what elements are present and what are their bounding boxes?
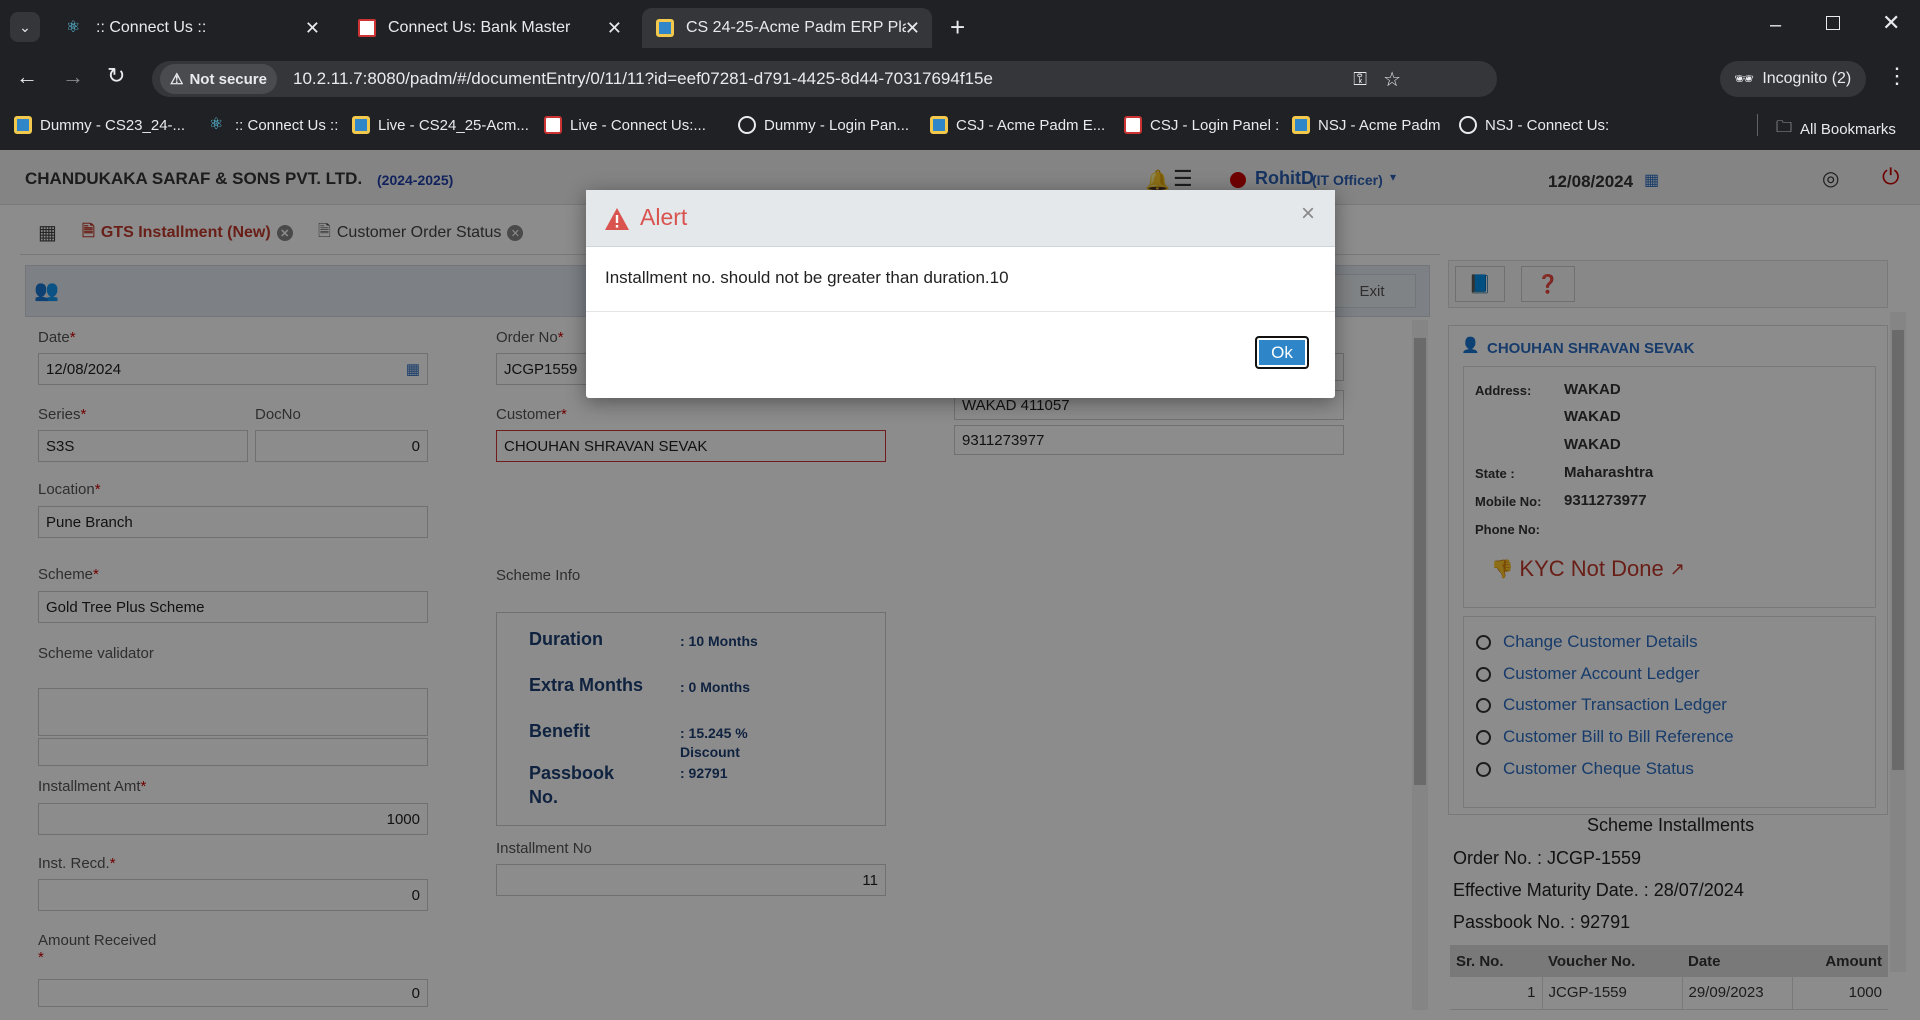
browser-chrome: ⌄ ⚛ :: Connect Us :: ✕ Connect Us: Bank … <box>0 0 1920 150</box>
tab-title: Connect Us: Bank Master <box>388 19 571 36</box>
tab-title: CS 24-25-Acme Padm ERP Platf <box>686 19 906 36</box>
restore-icon[interactable] <box>1826 16 1840 30</box>
erp-icon <box>930 116 948 134</box>
bookmark-8[interactable]: NSJ - Acme Padm <box>1292 116 1441 134</box>
ok-label: Ok <box>1271 342 1293 362</box>
globe-icon <box>738 116 756 134</box>
globe-icon <box>1459 116 1477 134</box>
bookmark-label: Dummy - Login Pan... <box>764 116 910 134</box>
close-tab-icon[interactable]: ✕ <box>905 18 920 39</box>
minimize-icon[interactable]: – <box>1770 14 1781 37</box>
security-chip[interactable]: ⚠ Not secure <box>160 64 277 94</box>
browser-tab-3-active[interactable]: CS 24-25-Acme Padm ERP Platf ✕ <box>642 8 932 48</box>
profile-label: Incognito (2) <box>1762 70 1852 87</box>
bookmark-5[interactable]: Dummy - Login Pan... <box>738 116 909 134</box>
close-window-icon[interactable]: ✕ <box>1882 10 1900 36</box>
site-logo-icon <box>1124 116 1142 134</box>
browser-tab-2[interactable]: Connect Us: Bank Master ✕ <box>344 8 634 48</box>
close-icon[interactable]: × <box>1301 200 1315 228</box>
erp-icon <box>1292 116 1310 134</box>
new-tab-icon[interactable]: + <box>950 12 965 43</box>
bookmark-label: NSJ - Acme Padm <box>1318 116 1441 134</box>
react-icon: ⚛ <box>66 19 81 36</box>
forward-icon[interactable]: → <box>62 64 84 90</box>
tab-title: :: Connect Us :: <box>96 19 207 36</box>
profile-chip[interactable]: 🕶 Incognito (2) <box>1720 61 1866 97</box>
bookmark-label: CSJ - Acme Padm E... <box>956 116 1106 134</box>
all-bookmarks-label: All Bookmarks <box>1800 121 1896 138</box>
erp-icon <box>352 116 370 134</box>
all-bookmarks[interactable]: 🗀 All Bookmarks <box>1776 116 1896 143</box>
bookmark-1[interactable]: Dummy - CS23_24-... <box>14 116 185 134</box>
back-icon[interactable]: ← <box>16 64 38 90</box>
bookmark-label: :: Connect Us :: <box>235 116 339 134</box>
alert-header: Alert × <box>586 190 1335 247</box>
warning-icon <box>605 208 629 230</box>
bookmark-label: NSJ - Connect Us: <box>1485 116 1610 134</box>
star-icon[interactable]: ☆ <box>1383 67 1401 92</box>
tab-search-button[interactable]: ⌄ <box>10 12 40 42</box>
folder-icon: 🗀 <box>1776 119 1793 136</box>
alert-divider <box>586 311 1335 312</box>
alert-title: Alert <box>640 204 688 230</box>
bookmark-7[interactable]: CSJ - Login Panel : <box>1124 116 1279 134</box>
incognito-icon: 🕶 <box>1734 71 1755 88</box>
erp-icon <box>656 19 674 37</box>
bookmark-9[interactable]: NSJ - Connect Us: <box>1459 116 1609 134</box>
chevron-down-icon: ⌄ <box>19 18 31 35</box>
reload-icon[interactable]: ↻ <box>107 63 125 89</box>
bookmark-3[interactable]: Live - CS24_25-Acm... <box>352 116 529 134</box>
security-label: Not secure <box>189 70 267 88</box>
bookmark-label: Live - Connect Us:... <box>570 116 706 134</box>
close-tab-icon[interactable]: ✕ <box>607 18 622 39</box>
url-text: 10.2.11.7:8080/padm/#/documentEntry/0/11… <box>292 69 993 88</box>
ok-button[interactable]: Ok <box>1255 336 1309 369</box>
menu-icon[interactable]: ⋮ <box>1886 63 1908 89</box>
key-icon[interactable]: ⚿ <box>1353 69 1367 90</box>
bookmark-6[interactable]: CSJ - Acme Padm E... <box>930 116 1105 134</box>
bookmark-4[interactable]: Live - Connect Us:... <box>544 116 706 134</box>
erp-icon <box>14 116 32 134</box>
bookmark-label: CSJ - Login Panel : <box>1150 116 1280 134</box>
alert-message: Installment no. should not be greater th… <box>605 268 1009 287</box>
browser-tab-1[interactable]: ⚛ :: Connect Us :: ✕ <box>52 8 332 48</box>
react-icon: ⚛ <box>209 116 224 133</box>
bookmark-label: Live - CS24_25-Acm... <box>378 116 529 134</box>
site-logo-icon <box>358 19 376 37</box>
bookmarks-divider <box>1757 114 1758 136</box>
close-tab-icon[interactable]: ✕ <box>305 18 320 39</box>
alert-dialog: Alert × Installment no. should not be gr… <box>586 190 1335 398</box>
bookmark-label: Dummy - CS23_24-... <box>40 116 186 134</box>
address-bar[interactable]: ⚠ Not secure 10.2.11.7:8080/padm/#/docum… <box>152 61 1497 97</box>
bookmark-2[interactable]: ⚛:: Connect Us :: <box>209 116 338 134</box>
site-logo-icon <box>544 116 562 134</box>
warning-icon: ⚠ <box>170 71 184 88</box>
